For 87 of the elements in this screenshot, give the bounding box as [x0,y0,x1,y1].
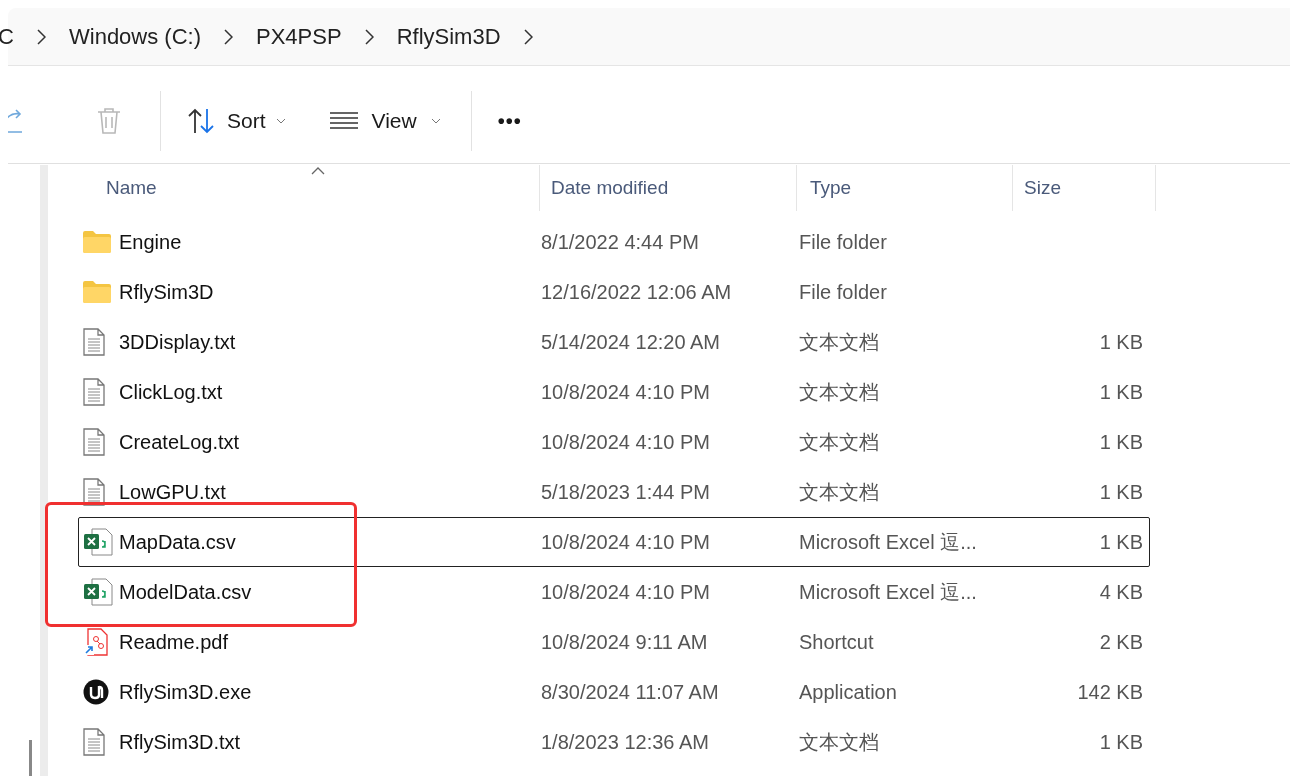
date-modified: 5/14/2024 12:20 AM [541,331,721,353]
spreadsheet-file-icon [83,528,113,556]
file-name: Readme.pdf [119,630,228,655]
text-file-icon [83,478,105,506]
file-type: 文本文档 [799,381,879,403]
file-name: RflySim3D.exe [119,680,252,705]
file-name: MapData.csv [119,530,236,555]
file-size: 1 KB [1099,380,1143,405]
file-size: 142 KB [1077,680,1143,705]
column-header[interactable]: Size [1013,165,1156,211]
sort-button[interactable]: Sort [187,104,286,137]
sort-caret-icon [311,167,325,175]
file-row[interactable]: LowGPU.txt 5/18/2023 1:44 PM 文本文档 1 KB [78,467,1150,517]
column-header[interactable]: Type [797,165,1013,211]
file-type: Microsoft Excel 逗... [799,531,977,553]
date-modified: 10/8/2024 4:10 PM [541,431,710,453]
chevron-icon [224,28,233,45]
file-size: 2 KB [1099,630,1143,655]
breadcrumb-item[interactable]: Windows (C:) [69,20,201,53]
file-size: 4 KB [1099,580,1143,605]
column-header[interactable]: Name [48,165,540,211]
date-modified: 10/8/2024 9:11 AM [541,631,708,653]
file-name: ModelData.csv [119,580,252,605]
file-row[interactable]: RflySim3D.exe 8/30/2024 11:07 AM Application 142 KB [78,667,1150,717]
folder-icon [83,231,111,253]
file-type: 文本文档 [799,431,879,453]
text-file-icon [83,428,105,456]
file-type: File folder [799,231,887,253]
file-row[interactable]: MapData.csv 10/8/2024 4:10 PM Microsoft Excel 逗... 1 KB [78,517,1150,567]
spreadsheet-file-icon [83,578,113,606]
share-icon[interactable] [8,107,24,134]
file-size: 1 KB [1099,730,1143,755]
breadcrumb-item[interactable]: C [0,20,14,53]
text-file-icon [83,328,105,356]
file-type: File folder [799,281,887,303]
file-row[interactable]: RflySim3D 12/16/2022 12:06 AM File folder [78,267,1150,317]
file-row[interactable]: Readme.pdf 10/8/2024 9:11 AM Shortcut 2 KB [78,617,1150,667]
file-row[interactable]: 3DDisplay.txt 5/14/2024 12:20 AM 文本文档 1 KB [78,317,1150,367]
file-row[interactable]: ClickLog.txt 10/8/2024 4:10 PM 文本文档 1 KB [78,367,1150,417]
breadcrumb-item[interactable]: RflySim3D [396,20,501,53]
pdf-shortcut-icon [83,628,109,656]
file-row[interactable]: Engine 8/1/2022 4:44 PM File folder [78,217,1150,267]
file-name: Engine [119,230,182,255]
caret-icon [275,117,286,124]
text-file-icon [83,728,105,756]
date-modified: 10/8/2024 4:10 PM [541,381,710,403]
file-size: 1 KB [1099,530,1143,555]
file-type: 文本文档 [799,481,879,503]
file-name: CreateLog.txt [119,430,240,455]
file-name: RflySim3D [119,280,214,305]
column-header[interactable]: Date modified [540,165,797,211]
view-button[interactable]: View [329,104,441,137]
file-row[interactable]: ModelData.csv 10/8/2024 4:10 PM Microsoft Excel 逗... 4 KB [78,567,1150,617]
date-modified: 8/1/2022 4:44 PM [541,231,699,253]
app-logo-icon [83,679,109,705]
caret-icon [430,117,441,124]
file-name: RflySim3D.txt [119,730,241,755]
breadcrumb-item[interactable]: PX4PSP [256,20,342,53]
file-name: LowGPU.txt [119,480,226,505]
file-row[interactable]: CreateLog.txt 10/8/2024 4:10 PM 文本文档 1 KB [78,417,1150,467]
file-name: ClickLog.txt [119,380,223,405]
sort-icon [187,106,217,135]
file-type: Shortcut [799,631,874,653]
file-size: 1 KB [1099,330,1143,355]
chevron-icon [37,28,46,45]
file-name: 3DDisplay.txt [119,330,236,355]
text-file-icon [83,378,105,406]
file-type: 文本文档 [799,331,879,353]
date-modified: 10/8/2024 4:10 PM [541,531,710,553]
date-modified: 5/18/2023 1:44 PM [541,481,710,503]
file-type: Application [799,681,897,703]
date-modified: 12/16/2022 12:06 AM [541,281,732,303]
chevron-icon [523,28,533,45]
list-icon [329,110,358,131]
file-row[interactable]: RflySim3D.txt 1/8/2023 12:36 AM 文本文档 1 KB [78,717,1150,767]
chevron-icon [364,28,374,45]
file-size: 1 KB [1099,480,1143,505]
more-button[interactable]: ••• [497,105,522,136]
file-size: 1 KB [1099,430,1143,455]
file-type: Microsoft Excel 逗... [799,581,977,603]
delete-icon[interactable] [96,106,122,135]
folder-icon [83,281,111,303]
file-type: 文本文档 [799,731,879,753]
date-modified: 10/8/2024 4:10 PM [541,581,710,603]
date-modified: 8/30/2024 11:07 AM [541,681,719,703]
scrollbar-thumb[interactable] [29,740,32,776]
date-modified: 1/8/2023 12:36 AM [541,731,709,753]
